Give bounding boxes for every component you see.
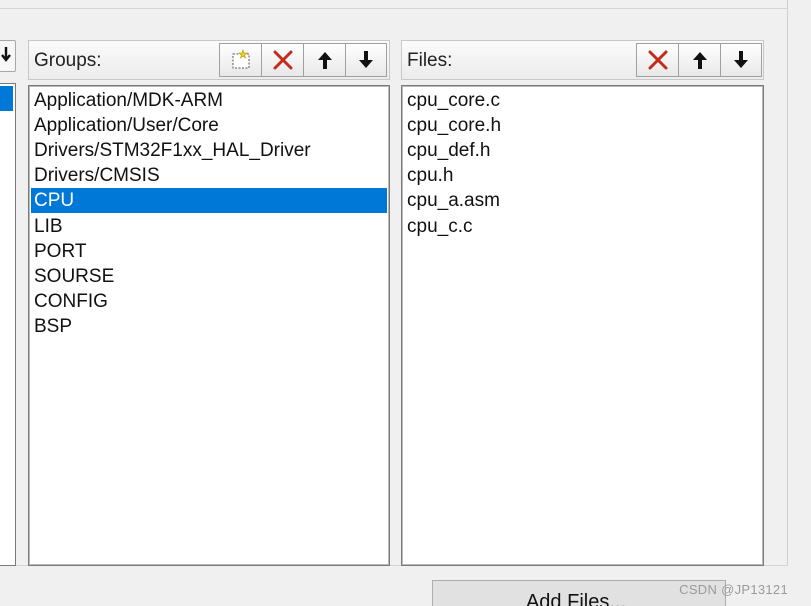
file-item[interactable]: cpu_core.h	[404, 113, 501, 138]
left-panel-header	[0, 40, 16, 74]
file-item[interactable]: cpu_a.asm	[404, 188, 500, 213]
groups-header: Groups:	[28, 40, 390, 80]
move-group-up-button[interactable]	[303, 43, 345, 77]
groups-label: Groups:	[34, 50, 102, 71]
project-items-dialog: Groups: Application/MDK-ARM Application/…	[0, 0, 811, 606]
new-folder-icon	[229, 48, 253, 72]
groups-toolbar	[219, 43, 387, 77]
group-item[interactable]: CONFIG	[31, 289, 108, 314]
file-item[interactable]: cpu_core.c	[404, 88, 500, 113]
arrow-up-icon	[315, 48, 335, 72]
move-group-down-button[interactable]	[345, 43, 387, 77]
group-item[interactable]: Application/User/Core	[31, 113, 219, 138]
arrow-up-icon	[690, 48, 710, 72]
left-list-box[interactable]	[0, 83, 16, 566]
group-item[interactable]: BSP	[31, 314, 72, 339]
group-item[interactable]: Drivers/STM32F1xx_HAL_Driver	[31, 138, 311, 163]
groups-panel: Groups: Application/MDK-ARM Application/…	[28, 40, 390, 566]
group-item[interactable]: Drivers/CMSIS	[31, 163, 160, 188]
file-item[interactable]: cpu_def.h	[404, 138, 490, 163]
new-group-button[interactable]	[219, 43, 261, 77]
move-file-down-button[interactable]	[720, 43, 762, 77]
delete-group-button[interactable]	[261, 43, 303, 77]
files-header: Files:	[401, 40, 764, 80]
arrow-down-icon	[356, 48, 376, 72]
right-divider	[787, 0, 788, 566]
file-item[interactable]: cpu_c.c	[404, 214, 472, 239]
top-divider	[0, 0, 788, 9]
groups-list[interactable]: Application/MDK-ARM Application/User/Cor…	[28, 85, 390, 566]
arrow-down-icon	[731, 48, 751, 72]
delete-x-icon	[271, 48, 295, 72]
delete-file-button[interactable]	[636, 43, 678, 77]
left-list-selected-item[interactable]	[0, 86, 13, 111]
group-item[interactable]: PORT	[31, 239, 86, 264]
arrow-down-icon	[1, 45, 11, 67]
group-item-selected[interactable]: CPU	[31, 188, 387, 213]
left-move-down-button[interactable]	[0, 40, 16, 72]
delete-x-icon	[646, 48, 670, 72]
files-label: Files:	[407, 50, 453, 71]
watermark: CSDN @JP13121	[679, 582, 788, 597]
files-list[interactable]: cpu_core.c cpu_core.h cpu_def.h cpu.h cp…	[401, 85, 764, 566]
group-item[interactable]: SOURSE	[31, 264, 114, 289]
group-item[interactable]: LIB	[31, 214, 63, 239]
files-toolbar	[636, 43, 762, 77]
files-panel: Files: cpu_core.c cpu_core.h cpu_def.h c…	[401, 40, 764, 566]
move-file-up-button[interactable]	[678, 43, 720, 77]
add-files-label: Add Files...	[525, 591, 627, 606]
file-item[interactable]: cpu.h	[404, 163, 453, 188]
group-item[interactable]: Application/MDK-ARM	[31, 88, 223, 113]
